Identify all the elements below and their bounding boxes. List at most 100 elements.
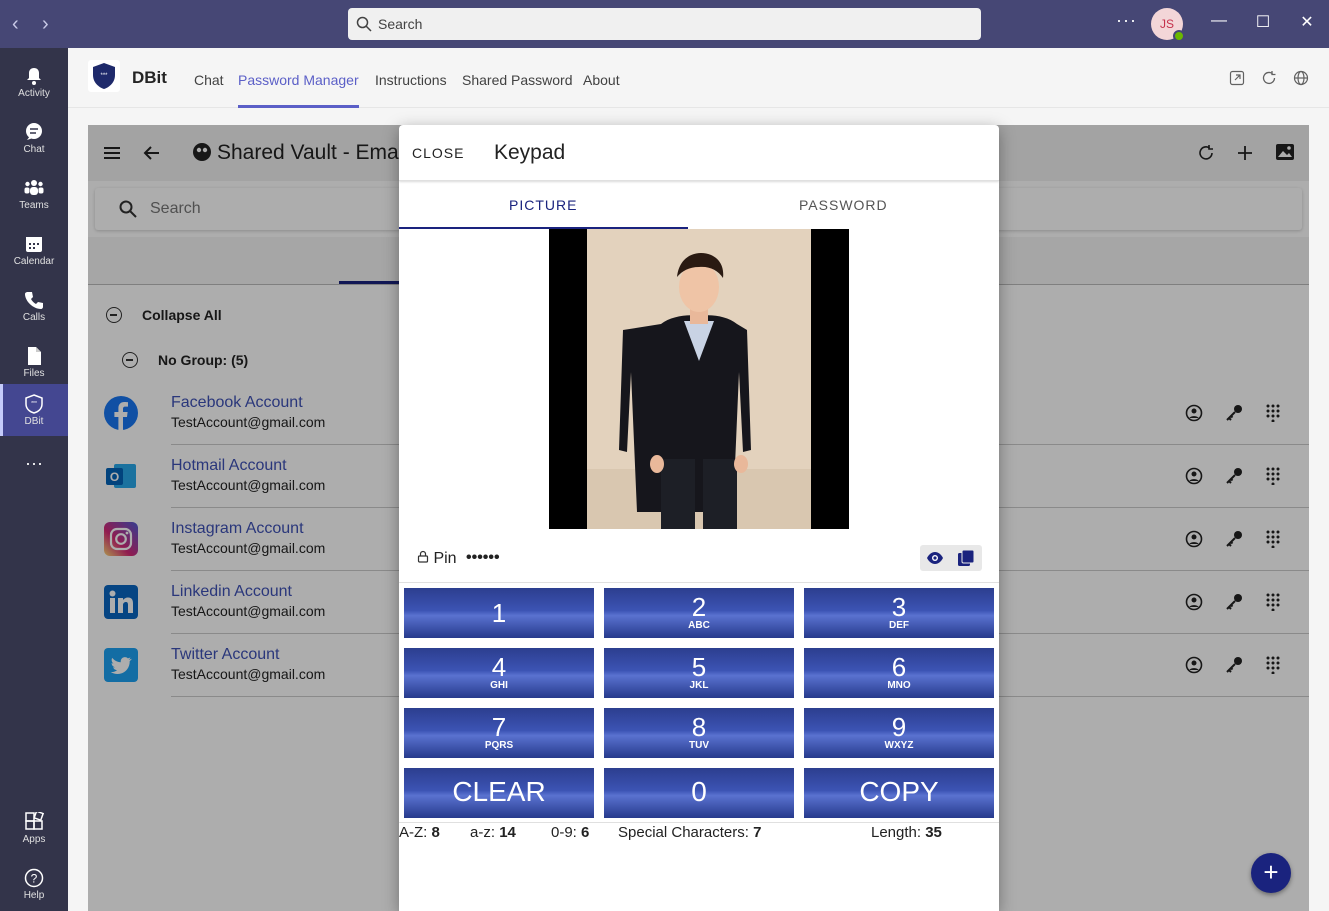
globe-icon[interactable] (1293, 70, 1309, 86)
phone-icon (25, 292, 43, 309)
rail-item-activity[interactable]: Activity (0, 56, 68, 108)
tab-password[interactable]: PASSWORD (799, 197, 888, 213)
key-0[interactable]: 0 (604, 768, 794, 818)
tab-picture[interactable]: PICTURE (509, 197, 577, 213)
key-2[interactable]: 2 ABC (604, 588, 794, 638)
file-icon (28, 347, 41, 365)
rail-item-apps[interactable]: Apps (0, 802, 68, 854)
global-search[interactable]: Search (348, 8, 981, 40)
rail-label: Calendar (13, 256, 55, 267)
lock-icon (417, 550, 429, 563)
key-4[interactable]: 4 GHI (404, 648, 594, 698)
active-tab-indicator (238, 105, 359, 108)
person-photo (549, 229, 849, 529)
key-digit: 4 (491, 652, 507, 682)
key-digit: 5 (691, 652, 707, 682)
svg-text:***: *** (100, 73, 108, 79)
rail-label: Calls (22, 312, 46, 323)
stat-lower: a-z: 14 (470, 824, 516, 841)
eye-icon[interactable] (926, 551, 944, 565)
key-letters: DEF (889, 620, 909, 631)
key-label: CLEAR (452, 776, 546, 807)
key-8[interactable]: 8 TUV (604, 708, 794, 758)
shield-icon: *** (25, 394, 43, 414)
password-stats: A-Z: 8 a-z: 14 0-9: 6 Special Characters… (399, 822, 999, 842)
keypad-dialog: CLOSE Keypad PICTURE PASSWORD Pin •••••• (399, 125, 999, 911)
key-5[interactable]: 5 JKL (604, 648, 794, 698)
rail-item-files[interactable]: Files (0, 336, 68, 388)
tab-instructions[interactable]: Instructions (375, 72, 447, 88)
key-letters: JKL (689, 680, 709, 691)
rail-item-teams[interactable]: Teams (0, 168, 68, 220)
key-1[interactable]: 1 (404, 588, 594, 638)
key-3[interactable]: 3 DEF (804, 588, 994, 638)
add-account-fab[interactable]: + (1251, 853, 1291, 893)
search-placeholder: Search (378, 16, 423, 32)
presence-available-icon (1173, 30, 1185, 42)
minimize-icon[interactable]: — (1207, 12, 1231, 30)
pin-label-text: Pin (433, 550, 457, 567)
key-digit: 7 (491, 712, 507, 742)
key-digit: 0 (691, 776, 707, 807)
maximize-icon[interactable]: ☐ (1251, 12, 1275, 32)
rail-item-calendar[interactable]: Calendar (0, 224, 68, 276)
key-9[interactable]: 9 WXYZ (804, 708, 994, 758)
tab-about[interactable]: About (583, 72, 620, 88)
dbit-shield-icon: *** (93, 63, 115, 89)
help-icon: ? (24, 868, 44, 888)
bell-icon (27, 68, 41, 85)
forward-arrow-icon[interactable]: › (42, 12, 49, 36)
key-digit: 6 (891, 652, 907, 682)
stat-label: Special Characters: (618, 824, 749, 841)
rail-label: DBit (24, 416, 44, 427)
key-6[interactable]: 6 MNO (804, 648, 994, 698)
key-digit: 9 (891, 712, 907, 742)
key-letters: ABC (688, 620, 710, 631)
rail-more[interactable]: ··· (0, 448, 68, 478)
key-letters: TUV (689, 740, 709, 751)
stat-label: A-Z: (399, 824, 428, 841)
key-letters: MNO (887, 680, 911, 691)
rail-item-help[interactable]: ? Help (0, 858, 68, 910)
more-options-icon[interactable]: ··· (1116, 10, 1137, 31)
calendar-icon (26, 237, 42, 252)
stat-value: 7 (753, 824, 762, 841)
stat-special: Special Characters: 7 (618, 824, 761, 841)
rail-label: Chat (23, 144, 45, 155)
copy-button[interactable]: COPY (804, 768, 994, 818)
stat-label: 0-9: (551, 824, 577, 841)
stat-length: Length: 35 (871, 824, 942, 841)
close-window-icon[interactable]: ✕ (1295, 12, 1319, 32)
rail-item-dbit[interactable]: *** DBit (0, 384, 68, 436)
key-digit: 3 (891, 592, 907, 622)
tab-shared-password[interactable]: Shared Password (462, 72, 573, 88)
rail-item-chat[interactable]: Chat (0, 112, 68, 164)
rail-label: Files (23, 368, 45, 379)
back-arrow-icon[interactable]: ‹ (12, 12, 19, 36)
key-7[interactable]: 7 PQRS (404, 708, 594, 758)
avatar-initials: JS (1159, 17, 1174, 31)
popout-icon[interactable] (1229, 70, 1245, 86)
refresh-icon[interactable] (1261, 70, 1277, 86)
app-rail: Activity Chat Teams Calendar Calls Files… (0, 48, 68, 911)
chat-icon (26, 123, 42, 140)
app-header: *** DBit Chat Password Manager Instructi… (68, 48, 1329, 108)
close-button[interactable]: CLOSE (412, 145, 464, 161)
stat-value: 6 (581, 824, 590, 841)
rail-label: Activity (18, 88, 50, 99)
avatar[interactable]: JS (1151, 8, 1185, 42)
key-letters: GHI (490, 680, 508, 691)
apps-icon (25, 812, 44, 830)
dialog-header: CLOSE Keypad (399, 125, 999, 181)
svg-text:?: ? (31, 872, 38, 886)
copy-icon[interactable] (957, 549, 975, 567)
stat-label: Length: (871, 824, 922, 841)
rail-label: Teams (19, 200, 49, 211)
svg-text:***: *** (31, 401, 37, 407)
key-letters: PQRS (484, 740, 514, 751)
tab-password-manager[interactable]: Password Manager (238, 72, 359, 88)
rail-item-calls[interactable]: Calls (0, 280, 68, 332)
tab-chat[interactable]: Chat (194, 72, 224, 88)
clear-button[interactable]: CLEAR (404, 768, 594, 818)
stat-digits: 0-9: 6 (551, 824, 589, 841)
